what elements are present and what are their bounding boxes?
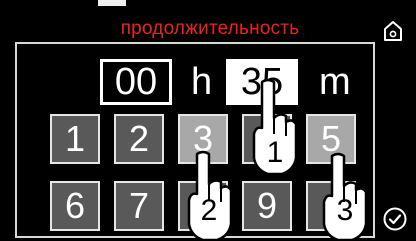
hours-unit: h: [191, 60, 213, 103]
keypad-key[interactable]: 7: [114, 181, 164, 231]
step-number: 3: [337, 194, 354, 227]
hand-pointer-icon: 2: [187, 150, 233, 241]
checkmark-circle-icon[interactable]: [383, 207, 407, 231]
screen-title: продолжительность: [120, 18, 300, 39]
minutes-unit: m: [319, 60, 351, 103]
keypad-key[interactable]: 6: [50, 181, 100, 231]
hours-field[interactable]: 00: [100, 59, 172, 105]
keypad-key[interactable]: 1: [50, 114, 100, 164]
top-tab: [98, 0, 126, 6]
step-number: 1: [267, 136, 284, 169]
keypad-key[interactable]: 2: [114, 114, 164, 164]
home-icon[interactable]: [383, 20, 403, 42]
step-number: 2: [201, 194, 218, 227]
hand-pointer-icon: 1: [252, 78, 298, 176]
keypad-key[interactable]: 9: [242, 181, 292, 231]
hand-pointer-icon: 3: [322, 152, 368, 241]
